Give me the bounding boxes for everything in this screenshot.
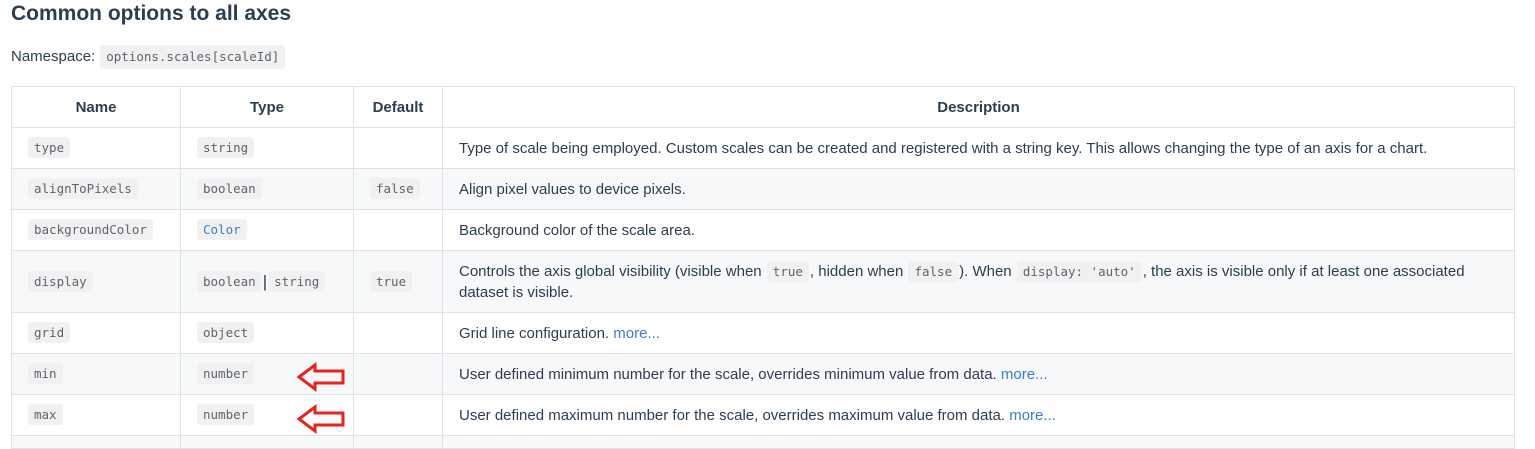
option-name: max <box>28 404 63 425</box>
more-link[interactable]: more... <box>613 325 660 342</box>
red-left-arrow-icon <box>297 404 345 434</box>
option-type: number <box>197 363 255 384</box>
option-description: Align pixel values to device pixels. <box>442 168 1515 210</box>
option-description: User defined maximum number for the scal… <box>442 394 1515 436</box>
option-type: number <box>197 404 255 425</box>
option-name: grid <box>28 322 71 343</box>
table-row <box>11 435 1515 449</box>
more-link[interactable]: more... <box>1001 366 1048 383</box>
option-description: User defined minimum number for the scal… <box>442 353 1515 395</box>
namespace-code: options.scales[scaleId] <box>100 45 286 69</box>
option-type: boolean <box>197 178 262 199</box>
option-name: type <box>28 137 71 158</box>
option-description: Controls the axis global visibility (vis… <box>442 250 1515 313</box>
option-description: Type of scale being employed. Custom sca… <box>442 127 1515 169</box>
namespace-row: Namespace: options.scales[scaleId] <box>11 44 286 70</box>
option-name: min <box>28 363 63 384</box>
table-row: display boolean | string true Controls the… <box>11 250 1515 313</box>
option-default: true <box>370 270 413 292</box>
header-description: Description <box>442 86 1515 128</box>
option-type: string <box>197 137 255 158</box>
option-type-link[interactable]: Color <box>197 219 247 240</box>
inline-code: false <box>908 260 959 282</box>
table-row: backgroundColor Color Background color o… <box>11 209 1515 251</box>
table-row: min number User defined minimum number f… <box>11 353 1515 395</box>
table-row: grid object Grid line configuration. mor… <box>11 312 1515 354</box>
more-link[interactable]: more... <box>1009 407 1056 424</box>
inline-code: display: 'auto' <box>1016 260 1142 282</box>
option-type-alt: string <box>268 270 326 292</box>
table-row: max number User defined maximum number f… <box>11 394 1515 436</box>
option-type: object <box>197 322 255 343</box>
option-name: alignToPixels <box>28 178 138 199</box>
inline-code: true <box>766 260 809 282</box>
header-type: Type <box>180 86 354 128</box>
option-type: boolean <box>197 270 262 292</box>
option-name: backgroundColor <box>28 219 153 240</box>
option-description: Grid line configuration. more... <box>442 312 1515 354</box>
table-row: type string Type of scale being employed… <box>11 127 1515 169</box>
table-header-row: Name Type Default Description <box>11 86 1515 128</box>
red-left-arrow-icon <box>297 362 345 392</box>
header-name: Name <box>11 86 181 128</box>
type-separator: | <box>262 271 268 291</box>
section-heading: Common options to all axes <box>11 2 292 25</box>
option-description: Background color of the scale area. <box>442 209 1515 251</box>
namespace-label: Namespace: <box>11 48 96 65</box>
option-default: false <box>370 178 420 199</box>
option-name: display <box>28 270 93 292</box>
options-table: Name Type Default Description type strin… <box>11 86 1515 449</box>
table-row: alignToPixels boolean false Align pixel … <box>11 168 1515 210</box>
header-default: Default <box>353 86 443 128</box>
